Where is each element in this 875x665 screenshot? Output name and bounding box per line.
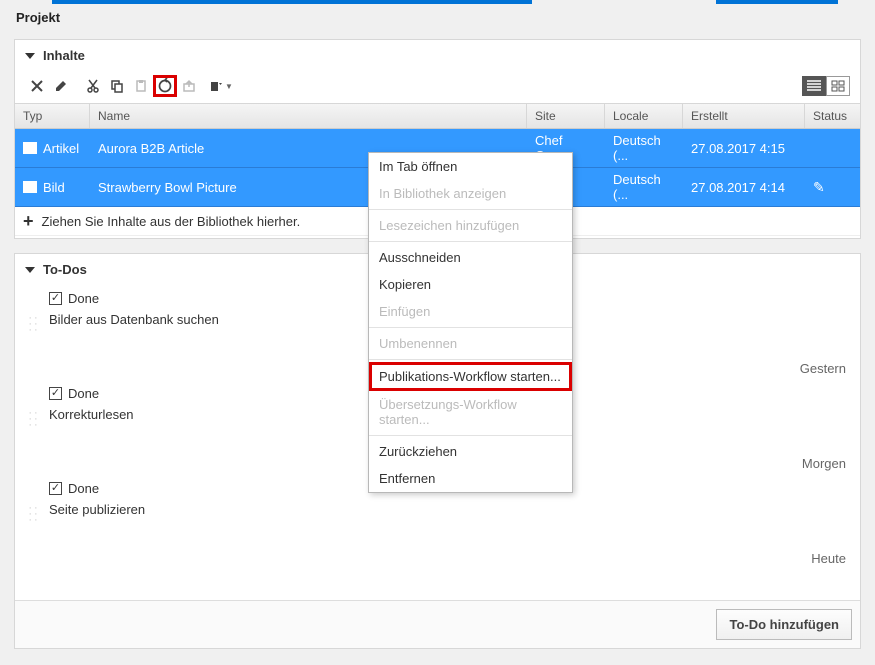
panel-inhalte-title: Inhalte (43, 48, 85, 63)
close-icon[interactable] (25, 75, 49, 97)
withdraw-icon (177, 75, 201, 97)
col-erstellt[interactable]: Erstellt (683, 104, 805, 128)
context-menu: Im Tab öffnen In Bibliothek anzeigen Les… (368, 152, 573, 493)
collapse-caret-icon (25, 53, 35, 59)
menu-cut[interactable]: Ausschneiden (369, 244, 572, 271)
cell-locale: Deutsch (... (605, 129, 683, 167)
cell-erstellt: 27.08.2017 4:15 (683, 129, 805, 167)
menu-separator (369, 241, 572, 242)
menu-copy[interactable]: Kopieren (369, 271, 572, 298)
cell-typ: Bild (15, 168, 90, 206)
window-accent-bar (716, 0, 838, 4)
menu-start-publication-workflow[interactable]: Publikations-Workflow starten... (369, 362, 572, 391)
todos-footer: To-Do hinzufügen (15, 600, 860, 648)
drag-handle-icon[interactable]: ······ (27, 315, 41, 333)
cell-erstellt: 27.08.2017 4:14 (683, 168, 805, 206)
menu-separator (369, 435, 572, 436)
workflow-icon[interactable] (153, 75, 177, 97)
menu-separator (369, 359, 572, 360)
cell-locale: Deutsch (... (605, 168, 683, 206)
cell-typ: Artikel (15, 129, 90, 167)
checkbox-icon[interactable]: ✓ (49, 387, 62, 400)
menu-show-library: In Bibliothek anzeigen (369, 180, 572, 207)
col-typ[interactable]: Typ (15, 104, 90, 128)
grid-view-icon[interactable] (826, 76, 850, 96)
col-site[interactable]: Site (527, 104, 605, 128)
menu-paste: Einfügen (369, 298, 572, 325)
drop-hint-label: Ziehen Sie Inhalte aus der Bibliothek hi… (42, 214, 301, 229)
plus-icon: + (23, 212, 34, 230)
done-label: Done (68, 386, 99, 401)
cell-typ-label: Bild (43, 180, 65, 195)
todo-text: Bilder aus Datenbank suchen (49, 312, 219, 327)
col-locale[interactable]: Locale (605, 104, 683, 128)
menu-remove[interactable]: Entfernen (369, 465, 572, 492)
more-dropdown-icon[interactable]: ▼ (209, 75, 233, 97)
done-label: Done (68, 291, 99, 306)
checkbox-icon[interactable]: ✓ (49, 292, 62, 305)
menu-separator (369, 327, 572, 328)
edit-icon[interactable] (49, 75, 73, 97)
menu-withdraw[interactable]: Zurückziehen (369, 438, 572, 465)
menu-open-tab[interactable]: Im Tab öffnen (369, 153, 572, 180)
panel-inhalte-header[interactable]: Inhalte (15, 40, 860, 71)
checkbox-icon[interactable]: ✓ (49, 482, 62, 495)
todo-text: Korrekturlesen (49, 407, 134, 422)
menu-separator (369, 209, 572, 210)
todo-item[interactable]: ······ Seite publizieren (27, 502, 848, 523)
edit-row-icon[interactable]: ✎ (813, 179, 825, 196)
chevron-down-icon: ▼ (225, 82, 233, 91)
panel-todos-title: To-Dos (43, 262, 87, 277)
cell-status[interactable]: ✎ (805, 168, 860, 206)
inhalte-toolbar: ▼ (15, 71, 860, 103)
cell-status (805, 129, 860, 167)
paste-icon (129, 75, 153, 97)
cut-icon[interactable] (81, 75, 105, 97)
view-switch (802, 76, 850, 96)
drag-handle-icon[interactable]: ······ (27, 410, 41, 428)
col-status[interactable]: Status (805, 104, 860, 128)
content-table-header: Typ Name Site Locale Erstellt Status (15, 103, 860, 129)
copy-icon[interactable] (105, 75, 129, 97)
menu-start-translation-workflow: Übersetzungs-Workflow starten... (369, 391, 572, 433)
page-title: Projekt (0, 0, 875, 35)
menu-rename: Umbenennen (369, 330, 572, 357)
list-view-icon[interactable] (802, 76, 826, 96)
image-icon (23, 181, 37, 193)
drag-handle-icon[interactable]: ······ (27, 505, 41, 523)
done-label: Done (68, 481, 99, 496)
menu-bookmark: Lesezeichen hinzufügen (369, 212, 572, 239)
window-accent-bar (52, 0, 532, 4)
col-name[interactable]: Name (90, 104, 527, 128)
cell-typ-label: Artikel (43, 141, 79, 156)
article-icon (23, 142, 37, 154)
add-todo-button[interactable]: To-Do hinzufügen (716, 609, 852, 640)
todo-date: Heute (27, 551, 846, 566)
todo-text: Seite publizieren (49, 502, 145, 517)
collapse-caret-icon (25, 267, 35, 273)
